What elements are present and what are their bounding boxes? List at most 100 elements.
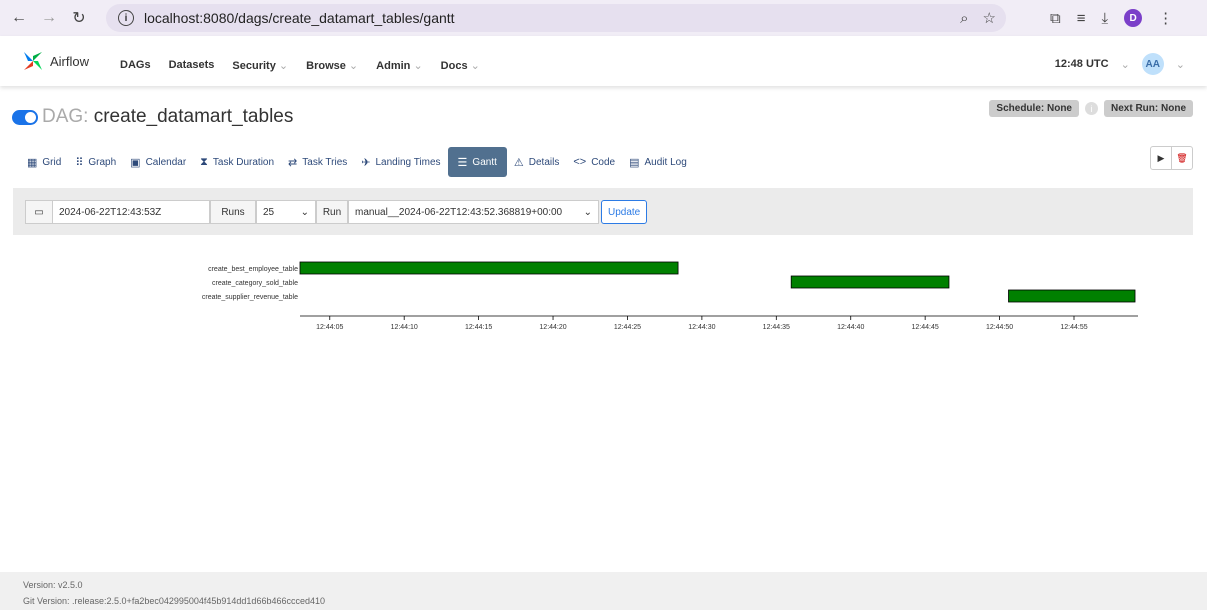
tab-task-tries[interactable]: ⇄ Task Tries [281,147,354,177]
next-run-badge: Next Run: None [1104,100,1193,117]
axis-tick-label: 12:44:15 [465,324,492,331]
more-menu-icon[interactable]: ⋮ [1158,9,1173,27]
tab-label: Code [591,156,616,168]
utc-clock[interactable]: 12:48 UTC [1055,58,1109,70]
tab-graph[interactable]: ⠿ Graph [68,147,123,177]
code-icon: <> [573,156,587,168]
task-label: create_best_employee_table [208,266,298,273]
chevron-down-icon: ⌄ [1120,58,1130,71]
main-menu: DAGs Datasets Security Browse Admin Docs [120,59,480,72]
tab-label: Graph [88,156,117,168]
grid-icon: ▦ [27,156,38,169]
tries-icon: ⇄ [288,156,298,169]
calendar-icon: ▣ [130,156,141,169]
axis-tick-label: 12:44:40 [837,324,864,331]
extensions-icon[interactable]: ⧉ [1050,10,1061,27]
tab-label: Landing Times [375,156,441,168]
dag-view-tabs: ▦ Grid ⠿ Graph ▣ Calendar ⧗ Task Duration ⇄ T… [20,147,694,177]
axis-tick-label: 12:44:10 [391,324,418,331]
tab-code[interactable]: <> Code [566,147,622,177]
tab-label: Task Tries [302,156,348,168]
dag-actions: ▶ 🗑 [1150,146,1193,170]
axis-tick-label: 12:44:55 [1060,324,1087,331]
axis-tick-label: 12:44:30 [688,324,715,331]
gantt-icon: ☰ [457,156,468,169]
back-icon[interactable]: ← [8,7,30,29]
address-bar[interactable]: i localhost:8080/dags/create_datamart_ta… [106,4,1006,32]
axis-tick-label: 12:44:25 [614,324,641,331]
runs-select[interactable]: 25 ⌄ [256,200,316,224]
menu-security[interactable]: Security [232,59,288,72]
airflow-logo-icon[interactable] [22,50,44,72]
delete-dag-trash-icon[interactable]: 🗑 [1171,147,1192,169]
forward-icon[interactable]: → [38,7,60,29]
axis-tick-label: 12:44:20 [539,324,566,331]
chevron-down-icon: ⌄ [300,206,309,218]
menu-browse[interactable]: Browse [306,59,358,72]
task-bar[interactable] [790,275,950,289]
menu-datasets[interactable]: Datasets [169,59,215,72]
task-label: create_category_sold_table [212,280,298,287]
browser-toolbar: ← → ↻ i localhost:8080/dags/create_datam… [0,0,1207,36]
airflow-navbar: Airflow DAGs Datasets Security Browse Ad… [0,36,1207,86]
axis-tick-label: 12:44:45 [912,324,939,331]
tab-gantt[interactable]: ☰ Gantt [447,147,507,177]
tab-label: Grid [42,156,62,168]
run-label: Run [316,200,348,224]
bookmark-star-icon[interactable]: ☆ [983,9,996,27]
gantt-chart: create_best_employee_table create_categor… [202,261,1138,331]
update-button[interactable]: Update [601,200,648,224]
site-info-icon[interactable]: i [118,10,134,26]
runs-value: 25 [263,206,275,218]
menu-docs[interactable]: Docs [441,59,480,72]
chevron-down-icon: ⌄ [583,206,592,218]
user-avatar[interactable]: AA [1141,53,1164,75]
footer: Version: v2.5.0 Git Version: .release:2.… [0,572,1207,610]
tab-audit-log[interactable]: ▤ Audit Log [622,147,694,177]
task-bar[interactable] [1008,289,1136,303]
schedule-badge: Schedule: None [989,100,1079,117]
profile-avatar[interactable]: D [1124,9,1143,27]
chevron-down-icon: ⌄ [1175,58,1185,71]
runs-label: Runs [210,200,256,224]
task-label: create_supplier_revenue_table [202,294,298,301]
trigger-dag-play-icon[interactable]: ▶ [1151,147,1171,169]
axis-tick-label: 12:44:05 [316,324,343,331]
tab-calendar[interactable]: ▣ Calendar [123,147,193,177]
tab-landing-times[interactable]: ✈ Landing Times [354,147,447,177]
axis-tick-label: 12:44:35 [763,324,790,331]
dag-pause-toggle[interactable] [12,110,38,125]
tab-task-duration[interactable]: ⧗ Task Duration [193,147,281,177]
filter-bar: ▭ 2024-06-22T12:43:53Z Runs 25 ⌄ Run manu… [13,188,1193,235]
download-icon[interactable]: ⤓ [1101,10,1108,27]
landing-icon: ✈ [361,156,371,169]
task-bar[interactable] [299,261,679,275]
dag-label: DAG: [42,106,89,127]
tab-label: Details [528,156,560,168]
menu-admin[interactable]: Admin [376,59,423,72]
hourglass-icon: ⧗ [200,155,208,168]
tab-grid[interactable]: ▦ Grid [20,147,68,177]
menu-dags[interactable]: DAGs [120,59,151,72]
brand-name[interactable]: Airflow [50,54,89,69]
tab-label: Calendar [145,156,187,168]
graph-icon: ⠿ [75,156,84,169]
schedule-badges: Schedule: None i Next Run: None [989,100,1193,117]
axis-tick-label: 12:44:50 [986,324,1013,331]
calendar-picker-icon[interactable]: ▭ [25,200,53,224]
version-text: Version: v2.5.0 [23,580,83,590]
dag-name: create_datamart_tables [93,106,294,127]
tab-label: Task Duration [212,156,275,168]
info-icon[interactable]: i [1085,102,1098,115]
zoom-icon[interactable]: ⌕ [960,10,968,27]
warning-icon: ⚠ [513,156,524,169]
run-select[interactable]: manual__2024-06-22T12:43:52.368819+00:00… [348,200,599,224]
audit-icon: ▤ [629,156,640,169]
git-version-text: Git Version: .release:2.5.0+fa2bec042995… [23,596,325,606]
tab-details[interactable]: ⚠ Details [507,147,566,177]
url-text: localhost:8080/dags/create_datamart_tabl… [144,10,455,26]
tab-label: Gantt [472,156,497,168]
reading-list-icon[interactable]: ≡ [1077,10,1086,27]
reload-icon[interactable]: ↻ [68,7,90,29]
base-date-input[interactable]: 2024-06-22T12:43:53Z [52,200,210,224]
